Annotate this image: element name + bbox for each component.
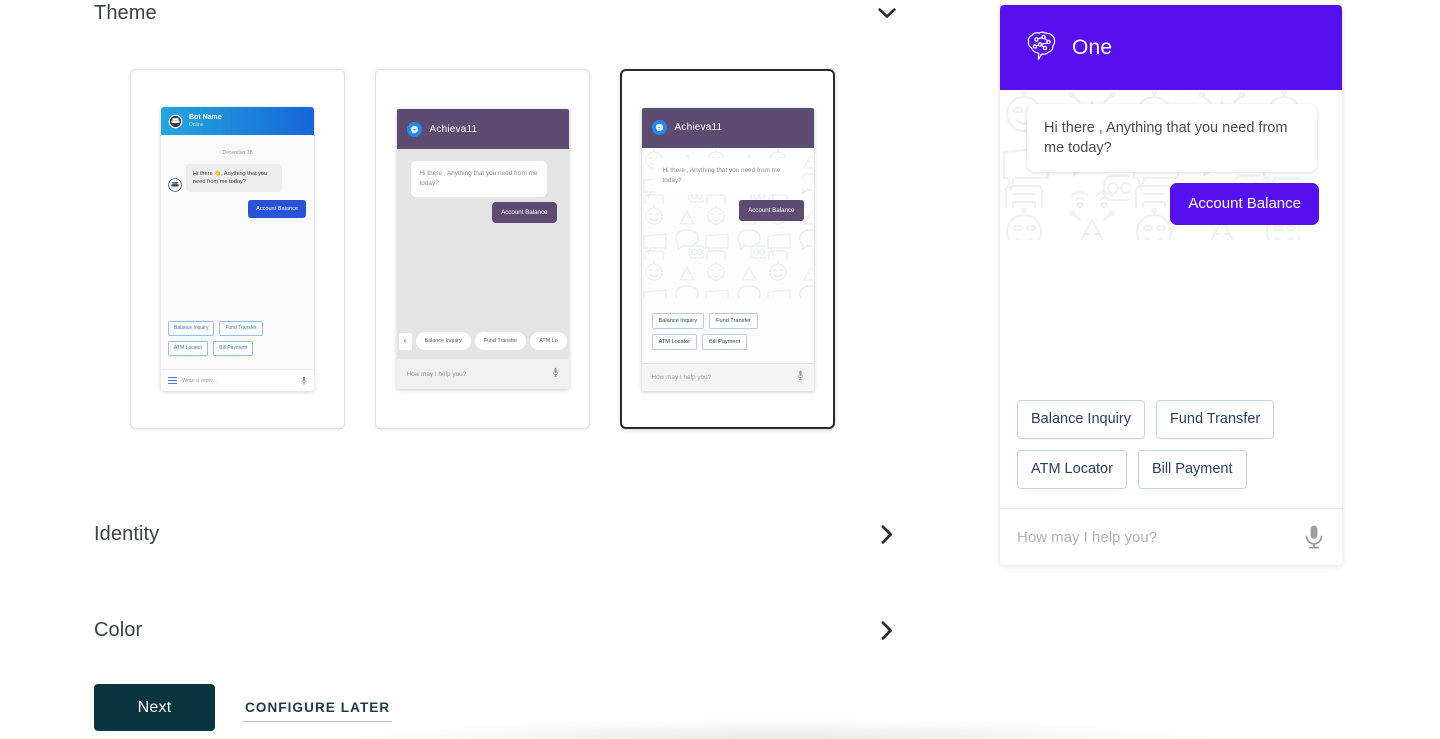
mini-quick-reply[interactable]: Fund Transfer [474,332,527,350]
theme-card-classic-blue[interactable]: Bot Name Online December 18 Hi there 👋, … [130,69,345,429]
theme-preview-classic-blue: Bot Name Online December 18 Hi there 👋, … [161,107,314,391]
mini-input-placeholder: How may I help you? [406,370,467,378]
mini-quick-reply[interactable]: Bill Payment [702,333,748,350]
quick-reply-bill-payment[interactable]: Bill Payment [1137,450,1247,489]
mini-user-message: Account Balance [248,200,306,218]
mini-quick-reply[interactable]: Balance Inquiry [415,332,471,350]
robot-avatar-icon [168,178,182,192]
mini-header: Achieva11 [641,107,814,148]
messenger-bolt-icon [406,121,422,137]
theme-card-purple-pattern[interactable]: Achieva11 Hi there , Anything that you n… [620,69,835,429]
mini-quick-reply[interactable]: Balance Inquiry [651,312,705,329]
mini-bot-name: Achieva11 [674,122,723,133]
theme-preview-purple-flat: Achieva11 Hi there , Anything that you n… [396,109,569,389]
mini-chat-body: December 18 Hi there 👋, Anything that yo… [161,135,314,369]
mini-quick-reply[interactable]: Fund Transfer [709,312,758,329]
chevron-down-icon[interactable] [874,0,900,26]
preview-input-bar[interactable] [1000,508,1342,565]
microphone-icon[interactable] [552,365,559,383]
quick-reply-fund-transfer[interactable]: Fund Transfer [1155,400,1275,439]
config-panel: Theme Bot Name Online December 18 Hi the… [0,0,1230,739]
section-title-theme: Theme [94,1,157,24]
mini-quick-reply[interactable]: Balance Inquiry [168,321,215,336]
mini-quick-reply[interactable]: Fund Transfer [219,321,263,336]
section-header-theme[interactable]: Theme [94,0,900,26]
brain-circuit-icon [1024,29,1058,66]
configure-later-link[interactable]: CONFIGURE LATER [243,694,393,722]
microphone-icon[interactable] [797,368,804,386]
chevron-left-icon[interactable]: ‹ [398,332,412,350]
mini-quick-reply[interactable]: Bill Payment [213,341,254,356]
hamburger-menu-icon[interactable] [168,376,177,385]
preview-chat-body: Hi there , Anything that you need from m… [1000,90,1342,508]
mini-quick-reply-carousel: ‹ Balance Inquiry Fund Transfer ATM Lo › [397,332,569,350]
theme-card-purple-flat[interactable]: Achieva11 Hi there , Anything that you n… [375,69,590,429]
theme-card-list: Bot Name Online December 18 Hi there 👋, … [130,69,835,429]
theme-configuration-screen: Theme Bot Name Online December 18 Hi the… [0,0,1440,739]
mini-user-row: Account Balance [161,192,314,218]
preview-bot-name: One [1072,35,1113,59]
quick-reply-atm-locator[interactable]: ATM Locator [1017,450,1127,489]
section-title-color: Color [94,618,143,641]
mini-input-bar[interactable]: How may I help you? [396,359,569,389]
mini-quick-reply[interactable]: ATM Lo [530,332,567,350]
mini-input-bar[interactable]: How may I help you? [641,362,814,391]
quick-reply-balance-inquiry[interactable]: Balance Inquiry [1017,400,1145,439]
chat-message-input[interactable] [1017,528,1293,546]
mini-header: Achieva11 [396,109,569,149]
mini-quick-replies: Balance Inquiry Fund Transfer ATM Locato… [651,312,806,355]
live-chat-preview: One Hi there , Anything that you need fr… [1000,5,1342,565]
robot-avatar-icon [168,114,183,129]
mini-quick-replies: Balance Inquiry Fund Transfer ATM Locato… [168,321,307,361]
mini-bot-message: Hi there 👋, Anything that you need from … [186,164,282,192]
mini-bot-row: Hi there 👋, Anything that you need from … [161,156,314,192]
mini-chat-body: Hi there , Anything that you need from m… [641,147,814,363]
preview-header: One [1000,5,1342,90]
microphone-icon[interactable] [301,372,307,390]
section-header-identity[interactable]: Identity [94,521,900,547]
theme-preview-purple-pattern: Achieva11 Hi there , Anything that you n… [641,107,814,391]
mini-input-bar[interactable]: Write a reply... [161,369,314,391]
mini-bot-message: Hi there , Anything that you need from m… [410,161,547,197]
mini-quick-reply[interactable]: ATM Locator [168,341,209,356]
mini-input-placeholder: How may I help you? [651,373,712,381]
mini-header: Bot Name Online [161,107,314,135]
mini-user-message: Account Balance [739,199,804,221]
microphone-icon[interactable] [1303,524,1325,550]
mini-bot-name: Achieva11 [429,123,478,135]
mini-input-placeholder: Write a reply... [182,377,217,384]
preview-bot-message: Hi there , Anything that you need from m… [1027,104,1317,172]
mini-quick-reply[interactable]: ATM Locator [651,333,698,350]
mini-bot-name: Bot Name [189,114,222,121]
chevron-right-icon[interactable] [874,521,900,547]
next-button[interactable]: Next [94,684,215,731]
mini-chat-body: Hi there , Anything that you need from m… [396,149,569,359]
bottom-shadow [330,717,1230,739]
form-actions: Next CONFIGURE LATER [94,684,393,731]
messenger-bolt-icon [651,120,667,135]
preview-user-message: Account Balance [1170,183,1319,225]
chevron-right-icon[interactable] [874,617,900,643]
mini-bot-status: Online [189,122,204,128]
section-title-identity: Identity [94,522,160,545]
section-header-color[interactable]: Color [94,617,900,643]
mini-bot-message: Hi there , Anything that you need from m… [653,157,802,194]
preview-quick-replies: Balance Inquiry Fund Transfer ATM Locato… [1017,400,1325,500]
mini-user-message: Account Balance [492,202,557,223]
